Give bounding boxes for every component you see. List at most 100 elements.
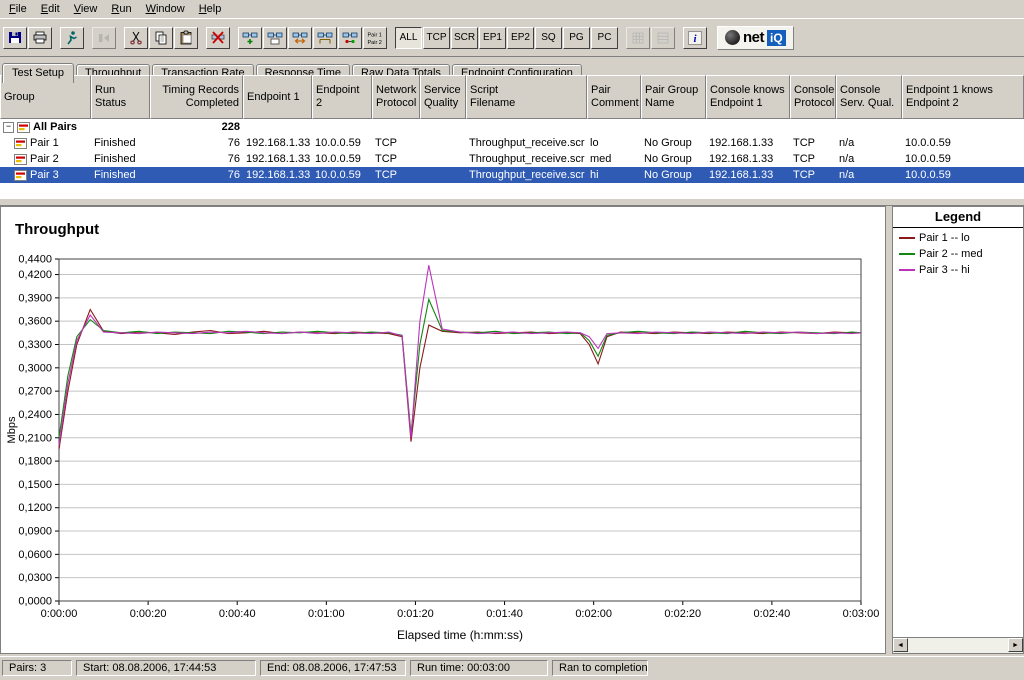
swap-endpoints-icon	[292, 32, 308, 44]
filter-ep1-button[interactable]: EP1	[479, 26, 506, 49]
empty-cell	[243, 119, 312, 135]
filter-pg-button[interactable]: PG	[563, 26, 590, 49]
service-quality-cell	[420, 135, 466, 151]
y-tick-label: 0,3600	[18, 316, 52, 328]
group-pairs-button[interactable]	[313, 26, 337, 49]
run-test-icon	[67, 30, 77, 44]
menu-file[interactable]: File	[2, 1, 34, 17]
stop-run-icon	[99, 33, 109, 42]
column-header-network-protocol[interactable]: Network Protocol	[372, 75, 420, 119]
console-serv-qual-cell: n/a	[839, 137, 855, 149]
connect-pairs-button[interactable]	[338, 26, 362, 49]
column-header-pair-comment[interactable]: Pair Comment	[587, 75, 641, 119]
menu-help[interactable]: Help	[192, 1, 229, 17]
filter-all-button[interactable]: ALL	[395, 26, 422, 49]
paste-button[interactable]	[174, 26, 198, 49]
copy-pair-button[interactable]	[263, 26, 287, 49]
print-icon	[33, 31, 47, 43]
empty-cell	[372, 119, 420, 135]
column-header-console-serv-qual[interactable]: Console Serv. Qual.	[836, 75, 902, 119]
column-header-endpoint-1-knows-endpoint-2[interactable]: Endpoint 1 knows Endpoint 2	[902, 75, 1024, 119]
filter-scr-button[interactable]: SCR	[451, 26, 478, 49]
column-header-endpoint-1[interactable]: Endpoint 1	[243, 75, 312, 119]
horizontal-splitter[interactable]	[0, 198, 1024, 206]
empty-cell	[641, 119, 706, 135]
toolbar-filter-group: ALL TCP SCR EP1 EP2 SQ PG PC	[388, 26, 619, 49]
column-header-run-status[interactable]: Run Status	[91, 75, 150, 119]
chart-title: Throughput	[15, 221, 100, 238]
cut-button[interactable]	[124, 26, 148, 49]
scroll-right-icon[interactable]: ►	[1008, 638, 1023, 652]
menu-window[interactable]: Window	[139, 1, 192, 17]
legend-label: Pair 3 -- hi	[919, 264, 970, 276]
table-row-pair-1[interactable]: Pair 1 Finished 76 192.168.1.33 10.0.0.59 TCP…	[0, 135, 1024, 151]
column-header-script-filename[interactable]: Script Filename	[466, 75, 587, 119]
y-tick-label: 0,3300	[18, 339, 52, 351]
column-header-console-knows-endpoint-1[interactable]: Console knows Endpoint 1	[706, 75, 790, 119]
menu-run[interactable]: Run	[104, 1, 138, 17]
paste-icon	[180, 30, 192, 44]
collapse-icon[interactable]: −	[3, 121, 14, 133]
table-row-pair-2[interactable]: Pair 2 Finished 76 192.168.1.33 10.0.0.59 TCP…	[0, 151, 1024, 167]
column-header-pair-group-name[interactable]: Pair Group Name	[641, 75, 706, 119]
copy-button[interactable]	[149, 26, 173, 49]
legend-entry-pair-3-hi: Pair 3 -- hi	[893, 260, 1023, 276]
end-time-panel: End: 08.08.2006, 17:47:53	[260, 660, 406, 676]
column-header-endpoint-2[interactable]: Endpoint 2	[312, 75, 372, 119]
info-button[interactable]: i	[683, 26, 707, 49]
netiq-logo: net iQ	[717, 25, 794, 50]
cut-icon	[130, 31, 142, 45]
endpoint1-cell: 192.168.1.33	[246, 153, 311, 165]
run-time-panel: Run time: 00:03:00	[410, 660, 548, 676]
legend-line-swatch	[899, 269, 915, 271]
y-tick-label: 0,2400	[18, 409, 52, 421]
pair-group-name-cell: No Group	[644, 169, 692, 181]
copy-icon	[155, 31, 167, 44]
scroll-left-icon[interactable]: ◄	[893, 638, 908, 652]
print-button[interactable]	[28, 26, 52, 49]
console-serv-qual-cell: n/a	[839, 169, 855, 181]
timing-records-cell: 76	[227, 169, 240, 181]
legend-horizontal-scrollbar[interactable]: ◄ ►	[893, 637, 1023, 653]
toolbar-trailing-group: i	[619, 26, 708, 49]
column-header-service-quality[interactable]: Service Quality	[420, 75, 466, 119]
x-tick-label: 0:01:00	[308, 608, 345, 620]
filter-ep2-button[interactable]: EP2	[507, 26, 534, 49]
column-header-line: Service	[424, 84, 461, 96]
filter-sq-button[interactable]: SQ	[535, 26, 562, 49]
add-pair-button[interactable]	[238, 26, 262, 49]
x-tick-label: 0:01:40	[486, 608, 523, 620]
run-test-button[interactable]	[60, 26, 84, 49]
pair1-pair2-button[interactable]: Pair 1 Pair 2	[363, 26, 387, 49]
save-button[interactable]	[3, 26, 27, 49]
legend-title: Legend	[893, 207, 1023, 228]
console-protocol-cell: TCP	[793, 137, 815, 149]
y-tick-label: 0,4200	[18, 269, 52, 281]
copy-pair-icon	[267, 32, 283, 44]
empty-cell	[902, 119, 1024, 135]
run-status-cell	[91, 119, 150, 135]
filter-pc-button[interactable]: PC	[591, 26, 618, 49]
table-row-pair-3[interactable]: Pair 3 Finished 76 192.168.1.33 10.0.0.59 TCP…	[0, 167, 1024, 183]
delete-pair-button[interactable]	[206, 26, 230, 49]
y-tick-label: 0,1800	[18, 456, 52, 468]
column-header-line: Pair Group	[645, 84, 699, 96]
y-tick-label: 0,4400	[18, 254, 52, 266]
table-row-all-pairs[interactable]: − All Pairs 228	[0, 119, 1024, 135]
legend-label: Pair 1 -- lo	[919, 232, 970, 244]
swap-endpoints-button[interactable]	[288, 26, 312, 49]
filter-tcp-button[interactable]: TCP	[423, 26, 450, 49]
delete-pair-icon	[211, 30, 225, 44]
pair-name-cell: Pair 3	[0, 167, 91, 183]
menu-edit[interactable]: Edit	[34, 1, 67, 17]
column-header-console-protocol[interactable]: Console Protocol	[790, 75, 836, 119]
legend-pane: Legend Pair 1 -- lo Pair 2 -- med Pair 3 -…	[892, 206, 1024, 654]
network-protocol-cell: TCP	[375, 137, 397, 149]
column-header-timing-records-completed[interactable]: Timing Records Completed	[150, 75, 243, 119]
series-pair-2-med	[58, 297, 862, 438]
pair1-pair2-icon: Pair 1 Pair 2	[368, 32, 382, 46]
tab-test-setup[interactable]: Test Setup	[2, 63, 74, 83]
menu-view[interactable]: View	[67, 1, 105, 17]
x-tick-label: 0:03:00	[843, 608, 880, 620]
y-tick-label: 0,3900	[18, 292, 52, 304]
